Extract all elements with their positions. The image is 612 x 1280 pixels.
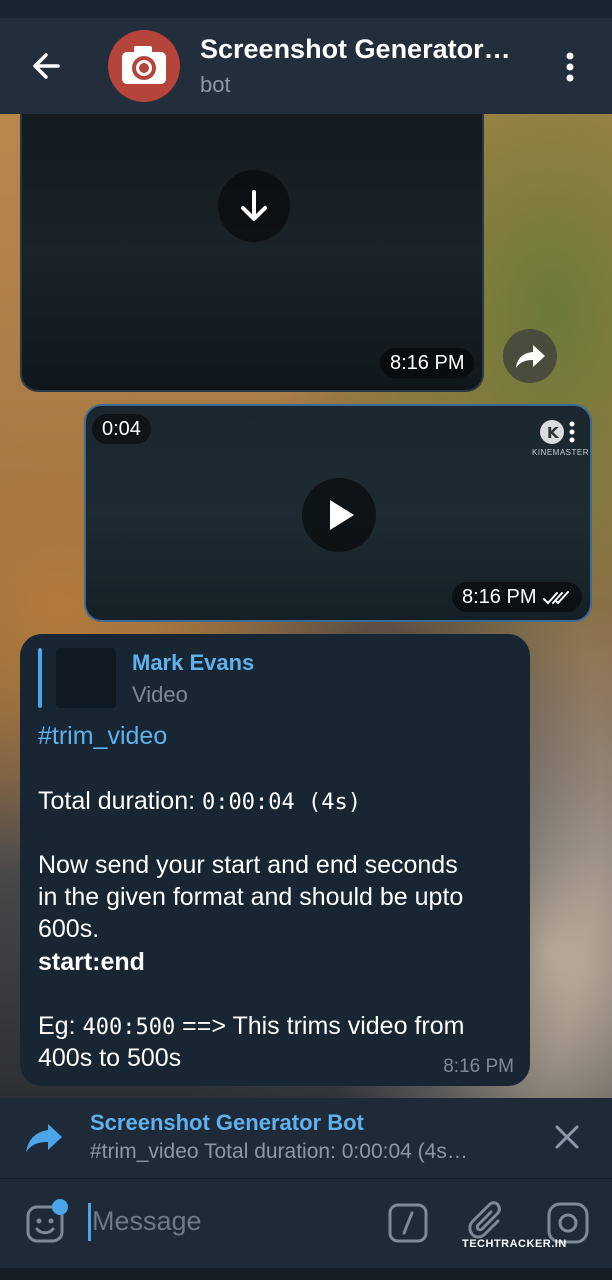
watermark: TECHTRACKER.IN — [462, 1238, 567, 1250]
watermark-text: KINEMASTER — [532, 448, 590, 457]
message-time: 8:16 PM — [462, 586, 537, 608]
reply-thumbnail — [56, 648, 116, 708]
video-message-incoming[interactable]: 8:16 PM — [20, 114, 484, 392]
svg-text:K: K — [547, 424, 560, 442]
reply-arrow-icon — [22, 1118, 66, 1158]
chat-header: Screenshot Generator… bot — [0, 18, 612, 114]
play-icon[interactable] — [302, 478, 376, 552]
reply-author[interactable]: Mark Evans — [132, 650, 254, 676]
example-line: Eg: 400:500 ==> This trims video from — [38, 1012, 465, 1040]
video-message-outgoing[interactable]: 0:04 K KINEMASTER 8:16 PM — [84, 404, 592, 622]
more-vert-icon[interactable] — [560, 50, 580, 84]
close-icon[interactable] — [552, 1122, 582, 1152]
download-icon[interactable] — [218, 170, 290, 242]
reply-indicator — [38, 648, 42, 708]
duration-line: Total duration: 0:00:04 (4s) — [38, 787, 361, 815]
instruction-line-2: in the given format and should be upto — [38, 883, 464, 911]
status-bar — [0, 0, 612, 18]
format-text: start:end — [38, 948, 145, 976]
text-cursor — [88, 1203, 91, 1241]
avatar[interactable] — [108, 30, 180, 102]
notification-dot — [52, 1199, 68, 1215]
hashtag-link[interactable]: #trim_video — [38, 720, 167, 752]
example-line-2: 400s to 500s — [38, 1044, 182, 1072]
forward-icon[interactable] — [503, 329, 557, 383]
message-input[interactable] — [92, 1199, 352, 1243]
system-nav-bar — [0, 1268, 612, 1280]
message-composer — [0, 1178, 612, 1268]
double-check-icon — [543, 590, 570, 605]
reply-preview-panel[interactable]: Screenshot Generator Bot #trim_video Tot… — [0, 1098, 612, 1178]
instruction-line-1: Now send your start and end seconds — [38, 851, 458, 879]
reply-preview-text: #trim_video Total duration: 0:00:04 (4s… — [90, 1140, 468, 1163]
message-time: 8:16 PM — [380, 348, 475, 378]
chat-subtitle: bot — [200, 72, 231, 97]
message-time: 8:16 PM — [443, 1056, 514, 1077]
instruction-line-3: 600s. — [38, 915, 100, 943]
kinemaster-logo-icon: K — [538, 418, 578, 446]
reply-type: Video — [132, 682, 188, 707]
bot-command-icon[interactable] — [388, 1203, 428, 1243]
bot-message-bubble[interactable]: Mark Evans Video #trim_video Total durat… — [20, 634, 530, 1086]
chat-title[interactable]: Screenshot Generator… — [200, 34, 511, 65]
back-arrow-icon[interactable] — [26, 48, 66, 84]
reply-preview-title: Screenshot Generator Bot — [90, 1110, 364, 1135]
video-duration: 0:04 — [92, 414, 151, 444]
message-time-with-checks: 8:16 PM — [452, 582, 583, 612]
